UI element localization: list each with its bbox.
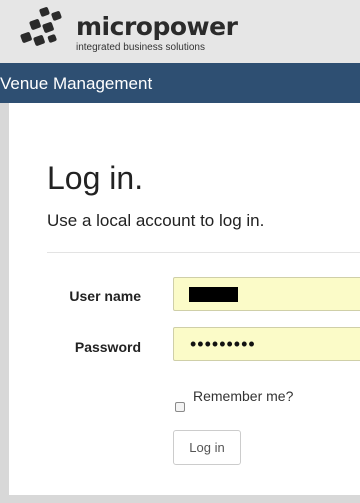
password-input[interactable]: ••••••••• [173,327,360,361]
app-title-link[interactable]: Venue Management [0,74,152,94]
logo-mark-icon [20,7,62,46]
brand-name: micropower [76,12,238,41]
navbar: Venue Management [0,63,360,103]
password-value: ••••••••• [190,334,256,354]
content-left-border [0,103,9,503]
password-label: Password [74,339,141,355]
remember-me-checkbox[interactable] [175,402,185,412]
brand-tagline: integrated business solutions [76,42,205,53]
redacted-username [189,287,238,302]
login-button[interactable]: Log in [173,430,241,465]
username-label: User name [69,288,141,304]
divider [47,252,360,253]
content-bottom-border [0,495,360,503]
micropower-logo[interactable]: micropower integrated business solutions [18,6,268,58]
site-header: micropower integrated business solutions [0,0,360,63]
username-input[interactable] [173,277,360,311]
remember-me-label[interactable]: Remember me? [193,388,293,404]
page-title: Log in. [47,160,144,196]
page-subtitle: Use a local account to log in. [47,211,265,230]
